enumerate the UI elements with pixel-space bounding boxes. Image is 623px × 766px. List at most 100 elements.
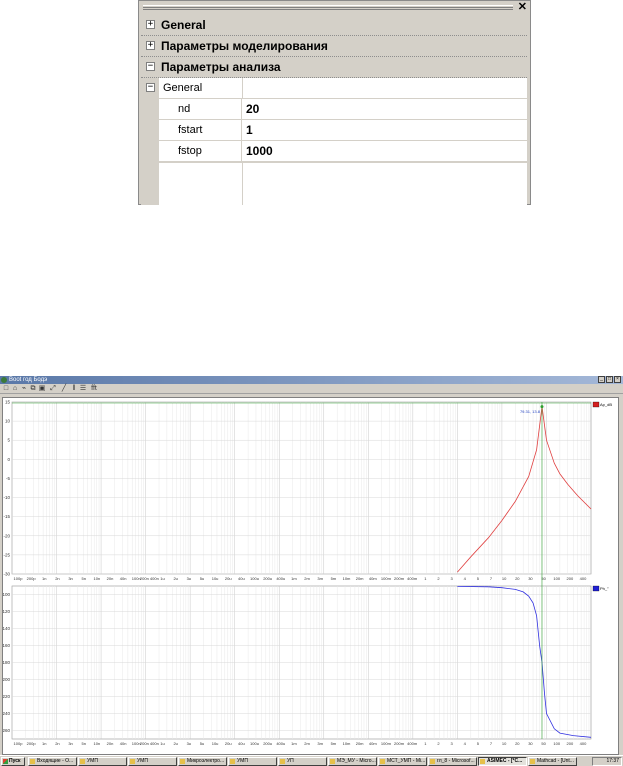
collapse-minus-icon[interactable]: − — [146, 83, 155, 92]
image-icon[interactable]: ▣ — [38, 385, 46, 393]
task-app-icon — [30, 759, 35, 764]
x-tick-label: 20m — [356, 576, 364, 581]
taskbar-item[interactable]: УМП — [78, 757, 127, 766]
system-tray: 17:37 — [592, 757, 622, 766]
x-tick-label: 7 — [490, 576, 493, 581]
y-tick-label: -200 — [3, 677, 10, 682]
y-tick-label: -20 — [3, 533, 10, 538]
x-tick-label: 200n 400n — [140, 741, 159, 746]
property-row-fstart[interactable]: fstart 1 — [141, 120, 527, 141]
x-tick-label: 400u — [276, 576, 285, 581]
x-tick-label: 400 — [580, 576, 587, 581]
open-icon[interactable]: ⌂ — [11, 385, 19, 393]
taskbar-item[interactable]: МСТ_УМП - Mi... — [378, 757, 427, 766]
bode-charts[interactable]: 151050-5-10-15-20-25-30100p 200p 1n 2n 3n 5n 1… — [3, 398, 618, 754]
panel-titlebar[interactable]: ✕ — [139, 1, 530, 15]
task-app-icon — [330, 759, 335, 764]
new-icon[interactable]: □ — [2, 385, 10, 393]
collapse-minus-icon[interactable]: − — [146, 62, 155, 71]
x-tick-label: 2u — [173, 576, 177, 581]
x-tick-label: 10m — [343, 576, 351, 581]
x-tick-label: 400m — [407, 741, 418, 746]
taskbar-item[interactable]: УП — [278, 757, 327, 766]
fft-icon[interactable]: fft — [88, 385, 100, 393]
subcategory-general[interactable]: − General — [141, 78, 527, 99]
x-tick-label: 20n — [107, 576, 114, 581]
taskbar-item[interactable]: гл_8 - Microsof... — [428, 757, 477, 766]
x-tick-label: 5u — [200, 741, 204, 746]
zoom-icon[interactable]: ⤢ — [49, 385, 57, 393]
taskbar-item[interactable]: ASIMEC - [*C... — [478, 757, 527, 766]
grid-icon[interactable]: ☰ — [79, 385, 87, 393]
category-general[interactable]: + General — [141, 15, 527, 36]
toolbar: □ ⌂ ⌁ ⧉ ▣ ⤢ ╱ ‖ ☰ fft — [0, 384, 623, 394]
x-tick-label: 30 — [528, 576, 533, 581]
taskbar-item[interactable]: Входящие - O... — [28, 757, 77, 766]
x-tick-label: 50 — [541, 741, 546, 746]
close-icon[interactable]: ✕ — [518, 1, 527, 13]
taskbar: Пуск Входящие - O... УМП УМП Микроэлектро..… — [0, 755, 623, 766]
x-tick-label: 5n — [81, 741, 85, 746]
y-tick-label: -180 — [3, 660, 10, 665]
window-titlebar[interactable]: Boot год Бодэ _ □ × — [0, 376, 623, 384]
x-tick-label: 100 — [553, 741, 560, 746]
category-label: Параметры моделирования — [161, 39, 328, 53]
property-grid-panel: ✕ + General + Параметры моделирования − … — [138, 0, 531, 205]
category-analysis-params[interactable]: − Параметры анализа — [141, 57, 527, 78]
x-tick-label: 2n — [55, 741, 59, 746]
x-tick-label: 200p — [27, 576, 37, 581]
copy-icon[interactable]: ⧉ — [29, 385, 37, 393]
property-value-field[interactable]: 1 — [242, 120, 527, 141]
x-tick-label: 40n — [120, 741, 127, 746]
subcategory-label: General — [159, 78, 527, 99]
windows-logo-icon — [3, 759, 8, 764]
panel-grip[interactable] — [143, 5, 513, 10]
task-app-icon — [80, 759, 85, 764]
y-tick-label: -10 — [3, 495, 10, 500]
minimize-icon[interactable]: _ — [598, 376, 605, 383]
y-tick-label: -100 — [3, 592, 10, 597]
x-tick-label: 40u — [238, 741, 245, 746]
x-tick-label: 400 — [580, 741, 587, 746]
chart-icon[interactable]: ⌁ — [20, 385, 28, 393]
x-tick-label: 200 — [567, 576, 574, 581]
taskbar-item-label: МЭ_МУ - Micro... — [337, 758, 376, 764]
property-value-field[interactable]: 20 — [242, 99, 527, 120]
x-tick-label: 7 — [490, 741, 493, 746]
taskbar-item[interactable]: Mathcad - [Unt... — [528, 757, 577, 766]
x-tick-label: 100u — [250, 741, 259, 746]
x-tick-label: 3n — [68, 576, 72, 581]
y-tick-label: 0 — [7, 457, 10, 462]
bode-plot-window: Boot год Бодэ _ □ × □ ⌂ ⌁ ⧉ ▣ ⤢ ╱ ‖ ☰ ff… — [0, 376, 623, 766]
taskbar-item[interactable]: МЭ_МУ - Micro... — [328, 757, 377, 766]
expand-plus-icon[interactable]: + — [146, 41, 155, 50]
x-tick-label: 400u — [276, 741, 285, 746]
x-tick-label: 1m — [291, 576, 297, 581]
x-tick-label: 10m — [343, 741, 351, 746]
property-value-field[interactable]: 1000 — [242, 141, 527, 162]
close-icon[interactable]: × — [614, 376, 621, 383]
y-tick-label: -25 — [3, 552, 10, 557]
row-gutter — [141, 99, 159, 120]
maximize-icon[interactable]: □ — [606, 376, 613, 383]
expand-plus-icon[interactable]: + — [146, 20, 155, 29]
x-tick-label: 400m — [407, 576, 418, 581]
x-tick-label: 1m — [291, 741, 297, 746]
start-button[interactable]: Пуск — [1, 757, 25, 766]
x-tick-label: 2 — [437, 741, 440, 746]
taskbar-item[interactable]: УМП — [128, 757, 177, 766]
property-name: fstart — [159, 120, 242, 141]
category-simulation-params[interactable]: + Параметры моделирования — [141, 36, 527, 57]
x-tick-label: 40n — [120, 576, 127, 581]
legend-swatch — [592, 401, 600, 408]
taskbar-item[interactable]: Микроэлектро... — [178, 757, 227, 766]
taskbar-item[interactable]: УМП — [228, 757, 277, 766]
line-icon[interactable]: ╱ — [60, 385, 68, 393]
x-tick-label: 100p — [14, 741, 24, 746]
bars-icon[interactable]: ‖ — [70, 385, 78, 393]
x-tick-label: 20m — [356, 741, 364, 746]
x-tick-label: 5 — [477, 576, 480, 581]
x-tick-label: 200 — [567, 741, 574, 746]
property-row-nd[interactable]: nd 20 — [141, 99, 527, 120]
property-row-fstop[interactable]: fstop 1000 — [141, 141, 527, 162]
